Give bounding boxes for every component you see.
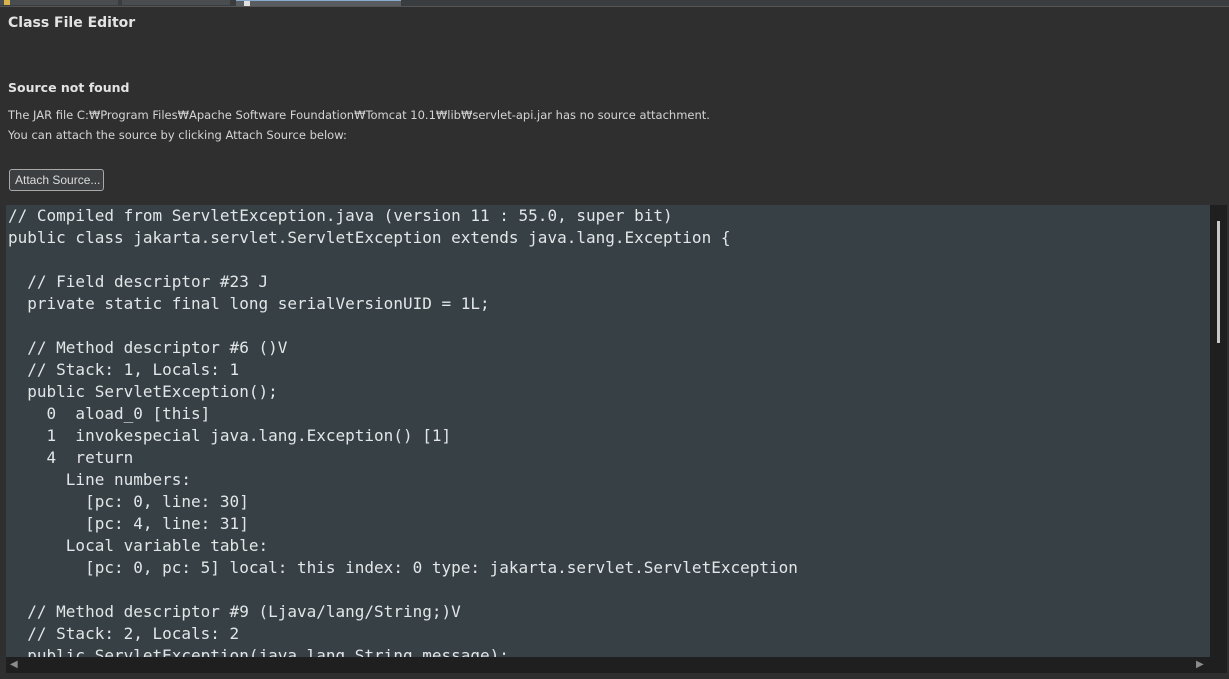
- horizontal-scrollbar[interactable]: ◀ ▶: [6, 657, 1210, 673]
- code-line: // Stack: 1, Locals: 1: [8, 360, 240, 379]
- bottom-edge: [0, 673, 1229, 679]
- code-line: public ServletException();: [8, 382, 278, 401]
- code-line: [pc: 0, line: 30]: [8, 492, 249, 511]
- disassembly-view[interactable]: // Compiled from ServletException.java (…: [6, 205, 1210, 657]
- editor-tab-strip: [0, 0, 1229, 7]
- scroll-thumb[interactable]: [1217, 221, 1220, 343]
- attach-source-button[interactable]: Attach Source...: [9, 169, 104, 191]
- scroll-right-icon[interactable]: ▶: [1196, 660, 1204, 670]
- source-not-found-heading: Source not found: [8, 80, 130, 95]
- editor-tab[interactable]: [122, 0, 230, 5]
- class-file-icon: [244, 1, 250, 6]
- code-line: // Stack: 2, Locals: 2: [8, 624, 240, 643]
- code-line: // Compiled from ServletException.java (…: [8, 206, 673, 225]
- code-line: 1 invokespecial java.lang.Exception() [1…: [8, 426, 452, 445]
- code-line: 4 return: [8, 448, 134, 467]
- disassembly-code: // Compiled from ServletException.java (…: [6, 205, 798, 657]
- code-line: // Field descriptor #23 J: [8, 272, 269, 291]
- editor-tab-active[interactable]: [236, 0, 401, 6]
- code-line: public class jakarta.servlet.ServletExce…: [8, 228, 731, 247]
- code-line: Local variable table:: [8, 536, 269, 555]
- page-title: Class File Editor: [8, 15, 136, 31]
- code-line: // Method descriptor #9 (Ljava/lang/Stri…: [8, 602, 461, 621]
- code-line: // Method descriptor #6 ()V: [8, 338, 288, 357]
- code-line: public ServletException(java.lang.String…: [8, 646, 509, 657]
- code-line: [pc: 0, pc: 5] local: this index: 0 type…: [8, 558, 798, 577]
- vertical-scrollbar[interactable]: [1210, 205, 1227, 657]
- code-line: 0 aload_0 [this]: [8, 404, 211, 423]
- code-line: [pc: 4, line: 31]: [8, 514, 249, 533]
- attach-instructions: You can attach the source by clicking At…: [8, 128, 347, 142]
- code-line: private static final long serialVersionU…: [8, 294, 490, 313]
- scrollbar-corner: [1210, 657, 1227, 673]
- editor-tab[interactable]: [0, 0, 118, 5]
- no-source-message: The JAR file C:₩Program Files₩Apache Sof…: [8, 108, 710, 122]
- scroll-left-icon[interactable]: ◀: [10, 660, 18, 670]
- folder-icon: [4, 0, 10, 5]
- code-line: Line numbers:: [8, 470, 192, 489]
